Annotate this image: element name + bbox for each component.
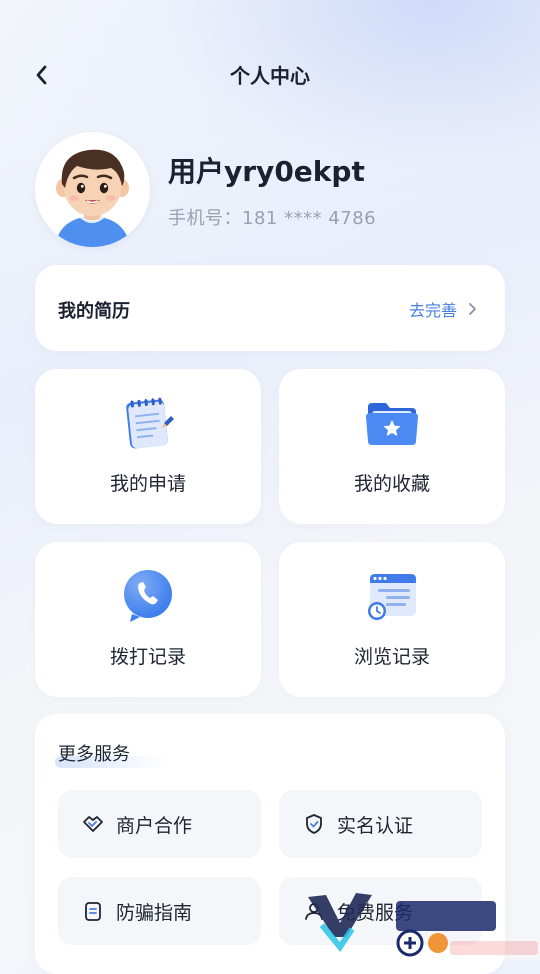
tile-call-records[interactable]: 拨打记录 <box>35 542 261 697</box>
service-label: 免费服务 <box>337 901 414 924</box>
shield-check-icon <box>301 811 327 837</box>
tile-label: 拨打记录 <box>109 646 186 668</box>
service-label: 防骗指南 <box>116 901 193 924</box>
complete-resume-label: 去完善 <box>408 301 457 320</box>
service-label: 实名认证 <box>337 814 414 837</box>
service-real-name-verification[interactable]: 实名认证 <box>279 790 482 858</box>
avatar[interactable] <box>35 132 150 247</box>
chevron-right-icon <box>469 303 476 315</box>
service-label: 商户合作 <box>116 814 193 837</box>
tile-browse-history[interactable]: 浏览记录 <box>279 542 505 697</box>
section-title: 更多服务 <box>58 744 130 765</box>
document-icon <box>80 898 106 924</box>
resume-card[interactable]: 我的简历 去完善 <box>35 265 505 351</box>
tile-my-favorites[interactable]: 我的收藏 <box>279 369 505 524</box>
handshake-icon <box>80 811 106 837</box>
service-free-service[interactable]: 免费服务 <box>279 877 482 945</box>
phone-number: 手机号：181 **** 4786 <box>168 208 377 229</box>
username: 用户yry0ekpt <box>168 155 365 188</box>
complete-resume-link[interactable]: 去完善 <box>409 297 477 321</box>
tile-label: 我的收藏 <box>353 473 430 495</box>
resume-label: 我的简历 <box>58 301 130 322</box>
notepad-icon <box>118 393 178 453</box>
page-title: 个人中心 <box>230 64 310 88</box>
tile-my-applications[interactable]: 我的申请 <box>35 369 261 524</box>
tile-label: 我的申请 <box>109 473 186 495</box>
star-folder-icon <box>362 393 422 453</box>
phone-icon <box>118 566 178 626</box>
browser-clock-icon <box>362 566 422 626</box>
tile-label: 浏览记录 <box>353 646 430 668</box>
service-anti-fraud-guide[interactable]: 防骗指南 <box>58 877 261 945</box>
service-merchant-cooperation[interactable]: 商户合作 <box>58 790 261 858</box>
more-services-card: 更多服务 商户合作 实名认证 防骗指南 免费服务 <box>35 714 505 974</box>
user-icon <box>301 898 327 924</box>
